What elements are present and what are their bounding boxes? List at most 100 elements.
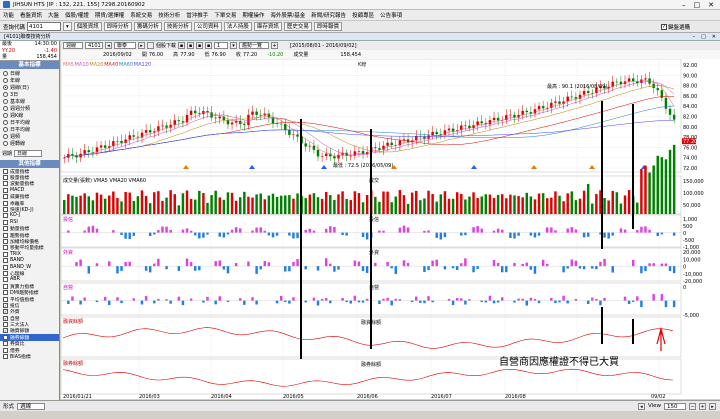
indicator-checkbox[interactable] xyxy=(3,194,8,200)
menu-item[interactable]: 下單交易 xyxy=(214,11,236,19)
indicator-checkbox[interactable] xyxy=(3,207,8,213)
period-radio[interactable]: 週頻 xyxy=(0,133,59,140)
indicator-checkbox[interactable] xyxy=(3,354,8,360)
indicator-checkbox[interactable] xyxy=(3,168,8,174)
icon-button-4[interactable]: ▪ xyxy=(205,42,213,49)
zoom-in-button[interactable]: + xyxy=(699,402,706,410)
menu-item[interactable]: 系統交易 xyxy=(130,11,152,19)
indicator-checkbox[interactable] xyxy=(3,200,8,206)
indicator-checkbox[interactable]: ✓ xyxy=(3,334,8,340)
scroll-left-button[interactable]: ◂ xyxy=(637,402,645,410)
icon-button-3[interactable]: ▪ xyxy=(196,42,204,49)
period-radio[interactable]: 週K線 xyxy=(0,112,59,119)
sub-minimize-icon[interactable]: – xyxy=(693,33,696,41)
period-radio[interactable]: 基本線 xyxy=(0,98,59,105)
indicator-checkbox[interactable] xyxy=(3,245,8,251)
technical-chart[interactable]: MA5 MA10 MA20 MA40 MA60 MA120 K線 92.0090.0088.0… xyxy=(60,58,720,400)
indicator-checkbox[interactable] xyxy=(3,283,8,289)
indicator-checkbox[interactable] xyxy=(3,290,8,296)
format-select[interactable]: 週線 xyxy=(17,402,46,410)
indicator-checkbox[interactable]: ✓ xyxy=(3,315,8,321)
period-radio[interactable]: 年線 xyxy=(0,77,59,84)
toolbar-button[interactable]: 庫存資訊 xyxy=(253,22,282,31)
indicator-checkbox[interactable] xyxy=(3,322,8,328)
indicator-checkbox[interactable] xyxy=(3,181,8,187)
indicator-checkbox[interactable] xyxy=(3,277,8,283)
stock-name-field[interactable]: 聯泰 xyxy=(114,42,136,49)
zoom-out-button[interactable]: − xyxy=(689,402,696,410)
indicator-checkbox[interactable] xyxy=(3,251,8,257)
indicator-checkbox[interactable] xyxy=(3,347,8,353)
menu-item[interactable]: 功能 xyxy=(3,11,14,19)
indicator-checkbox[interactable] xyxy=(3,270,8,276)
indicator-checkbox[interactable] xyxy=(3,296,8,302)
indicator-checkbox[interactable] xyxy=(3,258,8,264)
icon-button-2[interactable]: ▪ xyxy=(187,42,195,49)
menu-item[interactable]: 投顧專區 xyxy=(352,11,374,19)
zoom-button[interactable]: + xyxy=(271,42,279,49)
toolbar-button[interactable]: 個股資訊 xyxy=(73,22,102,31)
count-field[interactable]: 1 xyxy=(214,42,229,49)
toolbar-button[interactable]: 技術分析 xyxy=(163,22,192,31)
period-radio[interactable]: 日線 xyxy=(0,70,59,77)
menu-item[interactable]: 新聞/研究報告 xyxy=(311,11,346,19)
menu-item[interactable]: 個股/權證 xyxy=(65,11,89,19)
close-icon[interactable]: ✕ xyxy=(708,1,714,9)
toolbar-button[interactable]: 公司資料 xyxy=(193,22,222,31)
keyboard-checkbox[interactable]: ✓ xyxy=(660,23,667,30)
indicator-checkbox[interactable]: ✓ xyxy=(3,328,8,334)
minimize-icon[interactable]: – xyxy=(682,1,686,9)
indicator-checkbox[interactable] xyxy=(3,232,8,238)
sub-maximize-icon[interactable]: □ xyxy=(701,33,706,41)
volume-bar xyxy=(320,198,324,214)
period-radio[interactable]: 週線(日) xyxy=(0,84,59,91)
indicator-checkbox[interactable] xyxy=(3,341,8,347)
menu-item[interactable]: 海外股票/基金 xyxy=(270,11,305,19)
code-dropdown-button[interactable]: ▾ xyxy=(63,22,72,31)
indicator-item[interactable]: BIAS指標 xyxy=(0,353,59,360)
menu-item[interactable]: 大盤 xyxy=(48,11,59,19)
toolbar-button[interactable]: 即時報價 xyxy=(313,22,342,31)
indicator-checkbox[interactable]: ✓ xyxy=(3,302,8,308)
toolbar-button[interactable]: 即時分析 xyxy=(103,22,132,31)
menu-item[interactable]: 期貨/選擇權 xyxy=(95,11,124,19)
period-dropdown[interactable]: 週線 xyxy=(63,42,83,49)
period-radio[interactable]: 日平均線 xyxy=(0,119,59,126)
count-dropdown[interactable]: ▾ xyxy=(230,42,238,49)
menu-item[interactable]: 技術分析 xyxy=(158,11,180,19)
indicator-checkbox[interactable] xyxy=(3,264,8,270)
indicator-checkbox[interactable] xyxy=(3,213,8,219)
chart-area[interactable]: MA5 MA10 MA20 MA40 MA60 MA120 K線 92.00 90.00 88.0… xyxy=(60,58,720,400)
toolbar-button[interactable]: 歷史交易 xyxy=(283,22,312,31)
period-select[interactable]: 日線 xyxy=(14,150,43,157)
indicator-checkbox[interactable] xyxy=(3,175,8,181)
scroll-right-button[interactable]: ▸ xyxy=(709,402,716,410)
indicator-checkbox[interactable] xyxy=(3,187,8,193)
sub-close-icon[interactable]: ✕ xyxy=(712,33,716,41)
code-input[interactable]: 4101 xyxy=(27,22,62,31)
toolbar-button[interactable]: 法人持股 xyxy=(223,22,252,31)
download-checkbox[interactable] xyxy=(147,42,154,49)
menu-item[interactable]: 公告事項 xyxy=(380,11,402,19)
prev-stock-button[interactable]: ◂ xyxy=(105,42,112,49)
next-stock-button[interactable]: ▸ xyxy=(138,42,145,49)
price-tick: 86.00 xyxy=(683,94,697,100)
icon-button-1[interactable]: ▪ xyxy=(178,42,186,49)
menu-item[interactable]: 期權操作 xyxy=(242,11,264,19)
overview-dropdown[interactable]: 趨勢一覽 xyxy=(239,42,270,49)
period-radio[interactable]: 週週分頻 xyxy=(0,105,59,112)
stock-code-field[interactable]: 4101 xyxy=(85,42,103,49)
period-radio[interactable]: 3日 xyxy=(0,91,59,98)
indicator-checkbox[interactable] xyxy=(3,226,8,232)
indicator-checkbox[interactable] xyxy=(3,219,8,225)
indicator-checkbox[interactable] xyxy=(3,238,8,244)
menu-item[interactable]: 當沖推手 xyxy=(186,11,208,19)
p7-line xyxy=(62,368,673,387)
period-radio[interactable]: 經轉線 xyxy=(0,140,59,147)
indicator-checkbox[interactable]: ✓ xyxy=(3,309,8,315)
menu-item[interactable]: 看盤資訊 xyxy=(20,11,42,19)
period-radio[interactable]: 日平均線 xyxy=(0,126,59,133)
toolbar-button[interactable]: 籌碼分析 xyxy=(133,22,162,31)
view-input[interactable]: 150 xyxy=(664,402,686,410)
maximize-icon[interactable]: □ xyxy=(694,1,701,9)
